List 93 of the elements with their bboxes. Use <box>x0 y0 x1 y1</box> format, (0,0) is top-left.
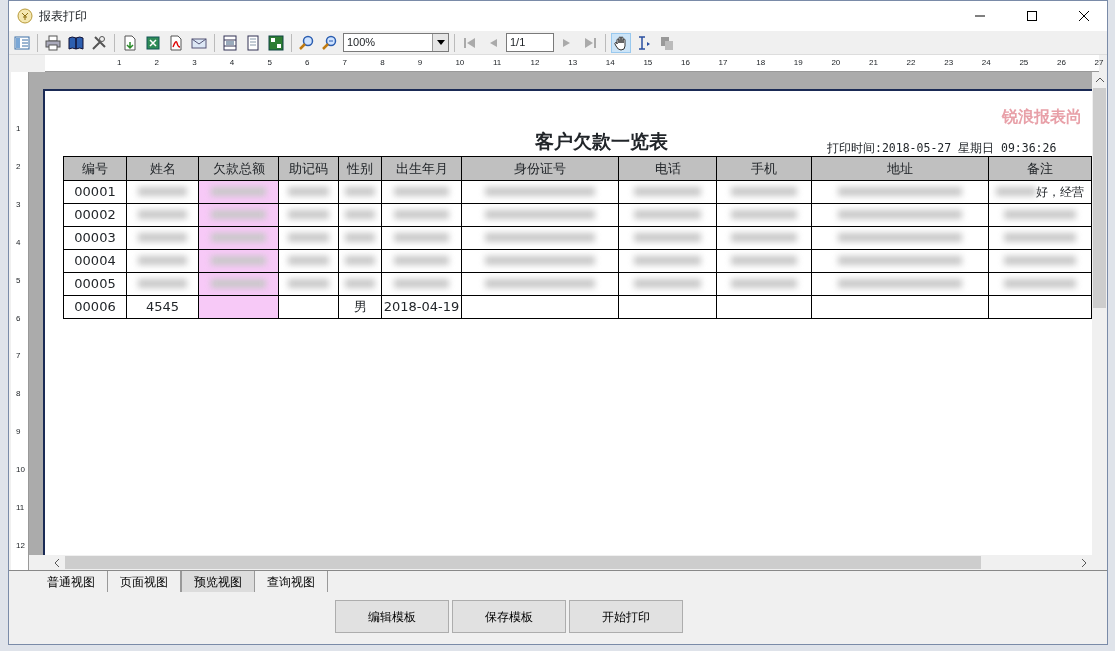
table-cell: 00006 <box>63 295 127 319</box>
table-cell: 00003 <box>63 226 127 250</box>
text-cursor-icon[interactable] <box>636 34 652 51</box>
ruler-number: 12 <box>530 59 540 67</box>
zoom-dropdown[interactable]: 100% <box>343 33 449 52</box>
zoom-in-icon[interactable] <box>299 34 315 51</box>
column-header: 编号 <box>63 156 127 181</box>
copy-icon[interactable] <box>659 34 675 51</box>
ruler-number: 5 <box>267 59 272 67</box>
scroll-thumb[interactable] <box>1093 88 1106 308</box>
ruler-number: 13 <box>568 59 578 67</box>
table-cell: 00005 <box>63 272 127 296</box>
ruler-number: 8 <box>16 390 21 399</box>
ruler-number: 7 <box>342 59 348 67</box>
view-tab[interactable]: 查询视图 <box>255 571 328 592</box>
ruler-number: 3 <box>192 59 197 67</box>
ruler-number: 24 <box>981 59 991 67</box>
ruler-number: 10 <box>16 466 25 475</box>
ruler-number: 11 <box>493 59 502 67</box>
column-header: 地址 <box>811 156 989 181</box>
ruler-number: 6 <box>16 314 21 323</box>
ruler-number: 17 <box>718 59 728 67</box>
page-icon[interactable] <box>245 34 261 51</box>
ruler-number: 4 <box>16 238 21 247</box>
pdf-icon[interactable] <box>168 34 184 51</box>
close-icon[interactable] <box>1076 8 1092 24</box>
ruler-number: 5 <box>16 276 21 285</box>
column-header: 手机 <box>716 156 812 181</box>
ruler-number: 12 <box>16 541 25 550</box>
spreadsheet-icon[interactable] <box>145 34 161 51</box>
ruler-number: 14 <box>605 59 615 67</box>
ruler-number: 2 <box>16 162 21 171</box>
ruler-number: 1 <box>16 125 21 133</box>
ruler-number: 4 <box>229 59 235 67</box>
ruler-number: 3 <box>16 200 21 209</box>
ruler-number: 15 <box>643 59 653 67</box>
ruler-number: 9 <box>16 428 21 437</box>
zoom-out-icon[interactable] <box>322 34 338 51</box>
action-button[interactable]: 保存模板 <box>452 600 566 633</box>
action-button[interactable]: 开始打印 <box>569 600 683 633</box>
ruler-number: 2 <box>154 59 160 67</box>
watermark-text: 锐浪报表尚 <box>1002 106 1082 128</box>
report-title: 客户欠款一览表 <box>535 129 668 154</box>
list-icon[interactable] <box>14 34 30 51</box>
column-header: 性别 <box>338 156 382 181</box>
print-time: 打印时间:2018-05-27 星期日 09:36:26 <box>827 140 1057 157</box>
column-header: 电话 <box>618 156 717 181</box>
column-header: 姓名 <box>126 156 199 181</box>
book-icon[interactable] <box>68 34 84 51</box>
table-cell: 00002 <box>63 203 127 227</box>
table-cell: 00001 <box>63 180 127 204</box>
ruler-number: 23 <box>944 59 954 67</box>
ruler-number: 11 <box>16 504 25 512</box>
table-cell: 男 <box>338 295 382 319</box>
ruler-number: 8 <box>380 59 385 67</box>
ruler-number: 27 <box>1094 59 1104 67</box>
scroll-thumb[interactable] <box>65 556 981 569</box>
ruler-number: 21 <box>869 59 878 67</box>
column-header: 身份证号 <box>461 156 619 181</box>
ruler-number: 22 <box>906 59 916 67</box>
ruler-number: 20 <box>831 59 841 67</box>
ruler-number: 25 <box>1019 59 1029 67</box>
table-cell: 4545 <box>126 295 199 319</box>
column-header: 欠款总额 <box>198 156 279 181</box>
ruler-number: 16 <box>681 59 690 67</box>
column-header: 备注 <box>988 156 1092 181</box>
ruler-number: 9 <box>417 59 423 67</box>
hand-icon[interactable] <box>613 34 629 51</box>
ruler-number: 26 <box>1057 59 1066 67</box>
table-cell: 2018-04-19 <box>381 295 462 319</box>
column-header: 助记码 <box>278 156 339 181</box>
export-icon[interactable] <box>122 34 138 51</box>
ruler-number: 10 <box>455 59 465 67</box>
view-tab[interactable]: 预览视图 <box>181 571 255 592</box>
coin-icon <box>17 8 33 24</box>
window-title: 报表打印 <box>39 8 87 25</box>
maximize-icon[interactable] <box>1024 8 1040 24</box>
page-number-field[interactable]: 1/1 <box>506 33 554 52</box>
caret-icon <box>436 40 445 45</box>
column-header: 出生年月 <box>381 156 462 181</box>
ruler-number: 19 <box>793 59 803 67</box>
table-cell: 00004 <box>63 249 127 273</box>
view-tab[interactable]: 普通视图 <box>35 571 108 592</box>
ruler-number: 1 <box>117 59 122 67</box>
tools-icon[interactable] <box>91 34 107 51</box>
grid-icon[interactable] <box>268 34 284 51</box>
action-button[interactable]: 编辑模板 <box>335 600 449 633</box>
table-cell: 好，经营 <box>988 180 1092 204</box>
printer-icon[interactable] <box>45 34 61 51</box>
ruler-number: 18 <box>756 59 766 67</box>
ruler-number: 7 <box>16 352 21 361</box>
page-layout-icon[interactable] <box>222 34 238 51</box>
ruler-number: 6 <box>305 59 310 67</box>
